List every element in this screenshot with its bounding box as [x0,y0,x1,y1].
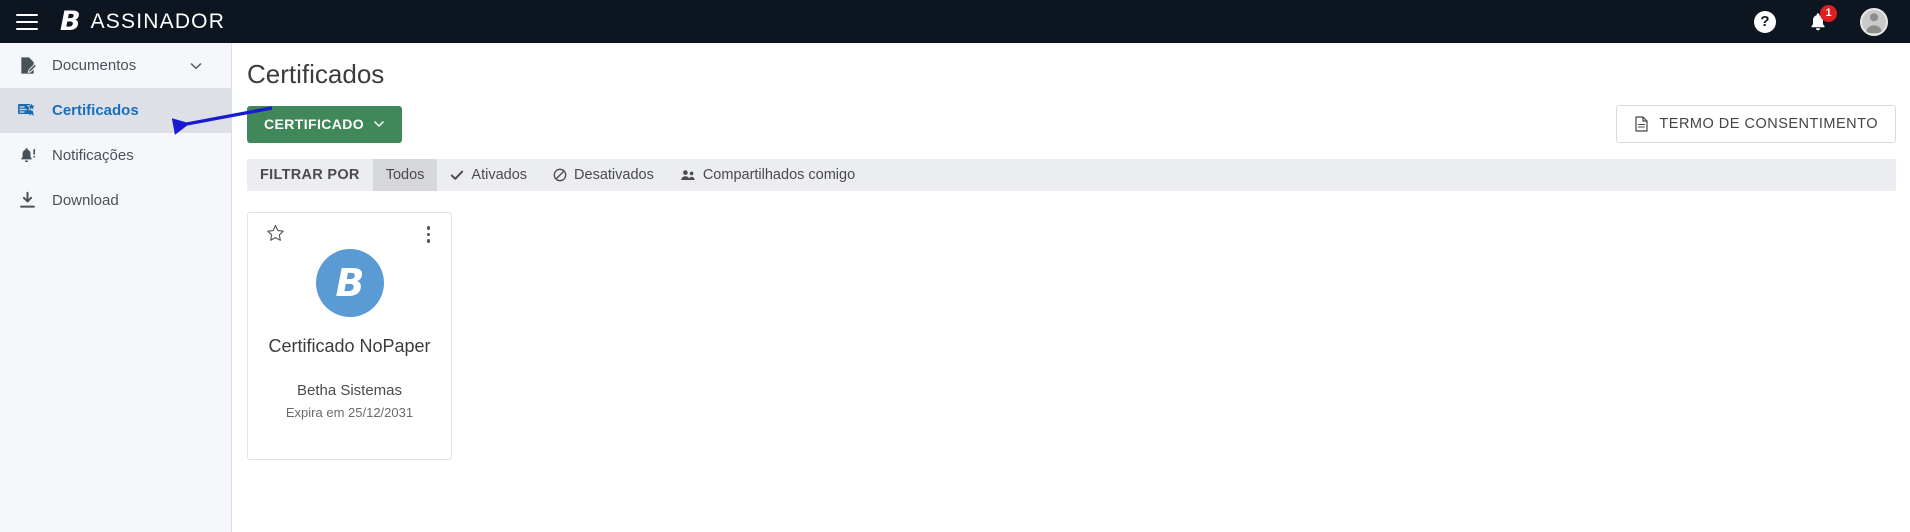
sidebar-item-certificados[interactable]: Certificados [0,88,231,133]
sidebar-item-label: Download [52,192,119,209]
more-vertical-icon[interactable] [425,224,433,245]
chevron-down-icon [373,118,385,130]
action-row: CERTIFICADO TERMO DE CONSENTIMENTO [247,105,1896,143]
filter-option-label: Ativados [471,167,528,183]
filter-option-desativados[interactable]: Desativados [540,159,667,191]
main-content: Certificados CERTIFICADO TERMO DE CONSEN… [233,43,1910,532]
header-actions: ? 1 [1754,4,1888,36]
document-icon [1634,116,1649,132]
certificate-icon [16,100,38,122]
filter-bar: FILTRAR POR Todos Ativados Desativados C… [247,159,1896,191]
ban-icon [553,168,567,182]
sidebar-item-label: Certificados [52,102,139,119]
user-avatar-icon [1866,12,1882,33]
certificado-button-label: CERTIFICADO [264,116,365,132]
certificate-title: Certificado NoPaper [268,336,431,356]
filter-option-label: Compartilhados comigo [702,167,856,183]
notification-badge-count: 1 [1820,4,1837,22]
top-header-bar: B ASSINADOR ? 1 [0,0,1910,43]
filter-option-ativados[interactable]: Ativados [437,159,540,191]
app-root: B ASSINADOR ? 1 Documentos Certificados … [0,0,1910,532]
star-outline-icon[interactable] [266,224,285,243]
filter-option-label: Desativados [574,167,654,183]
brand: B ASSINADOR [60,8,225,35]
sidebar-item-label: Notificações [52,147,134,164]
sidebar-item-label: Documentos [52,57,137,74]
page-title: Certificados [247,59,385,89]
termo-consentimento-button[interactable]: TERMO DE CONSENTIMENTO [1616,105,1896,143]
filter-option-compartilhados-comigo[interactable]: Compartilhados comigo [667,159,868,191]
filter-option-todos[interactable]: Todos [372,159,438,191]
notifications-bell-button[interactable]: 1 [1806,4,1837,34]
sidebar-item-notificacoes[interactable]: Notificações [0,133,231,178]
user-avatar[interactable] [1860,7,1888,36]
download-icon [16,190,38,212]
certificate-avatar-letter: B [335,261,365,305]
certificate-card[interactable]: B Certificado NoPaper Betha Sistemas Exp… [247,212,452,460]
certificate-card-grid: B Certificado NoPaper Betha Sistemas Exp… [247,212,1896,460]
brand-name: ASSINADOR [90,9,226,33]
sidebar-item-download[interactable]: Download [0,178,231,223]
logo-b-icon: B [60,6,81,37]
bell-alert-icon [16,145,38,167]
certificate-owner: Betha Sistemas [296,382,403,400]
certificate-expiry: Expira em 25/12/2031 [285,405,414,421]
certificado-button[interactable]: CERTIFICADO [247,105,403,143]
certificate-avatar: B [315,249,384,317]
hamburger-menu-icon[interactable] [16,13,38,30]
filter-bar-label: FILTRAR POR [260,167,360,183]
document-edit-icon [16,55,38,77]
chevron-down-icon[interactable] [189,59,203,73]
people-icon [680,168,696,182]
check-icon [450,168,464,182]
help-icon[interactable]: ? [1754,10,1776,33]
sidebar-nav: Documentos Certificados Notificações Dow… [0,43,232,532]
filter-option-label: Todos [385,167,425,183]
sidebar-item-documentos[interactable]: Documentos [0,43,231,88]
termo-consentimento-label: TERMO DE CONSENTIMENTO [1659,116,1878,132]
